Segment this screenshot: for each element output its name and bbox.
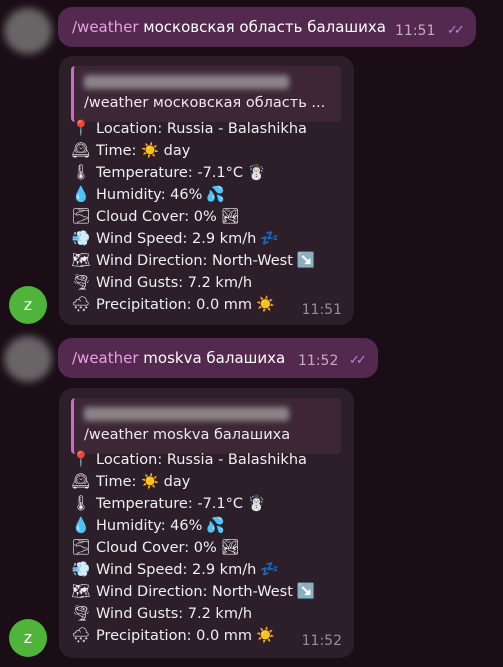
command-link[interactable]: /weather [72,349,139,367]
temperature-line: 🌡 Temperature: -7.1°C ☃️ [71,163,266,181]
reply-quote[interactable]: /weather московская область ... [71,66,341,122]
message-time: 11:52 [298,353,339,369]
map-icon: 🗺 [71,251,91,269]
arrow-down-right-icon: ↘️ [296,582,316,600]
arrow-down-right-icon: ↘️ [296,251,316,269]
message-time: 11:51 [395,23,436,39]
location-line: 📍 Location: Russia - Balashikha [71,450,307,468]
message-text: moskva балашиха [138,349,286,367]
reply-quote[interactable]: /weather moskva балашиха [71,398,341,454]
reply-author-redacted [84,407,289,421]
sender-avatar[interactable] [4,8,52,54]
incoming-message[interactable]: /weather московская область ... 📍 Locatio… [59,56,354,325]
incoming-message[interactable]: /weather moskva балашиха 📍 Location: Russ… [59,388,354,658]
reply-author-redacted [84,75,289,89]
reply-preview-text: /weather moskva балашиха [84,427,291,443]
thermometer-icon: 🌡 [71,494,91,512]
command-link[interactable]: /weather [72,18,139,36]
wind-gusts-line: 🌪 Wind Gusts: 7.2 km/h [71,604,253,622]
sender-avatar[interactable] [4,336,52,382]
pin-icon: 📍 [71,450,91,468]
wind-icon: 💨 [71,229,91,247]
cloud-cover-line: 🌫 Cloud Cover: 0% 🏞 [71,207,240,225]
double-check-icon: ✓✓ [447,23,465,38]
sweat-drops-icon: 💦 [206,516,226,534]
thermometer-icon: 🌡 [71,163,91,181]
message-time: 11:52 [301,633,342,649]
sun-icon: ☀️ [256,626,275,644]
snowman-icon: ☃️ [247,494,266,512]
clock-icon: 🕰 [71,472,91,490]
pin-icon: 📍 [71,119,91,137]
sweat-drops-icon: 💦 [206,185,226,203]
fog-icon: 🌫 [71,538,91,556]
zzz-icon: 💤 [260,560,279,578]
zzz-icon: 💤 [260,229,279,247]
wind-speed-line: 💨 Wind Speed: 2.9 km/h 💤 [71,560,279,578]
bot-avatar[interactable]: z [9,286,47,324]
tornado-icon: 🌪 [71,604,91,622]
chat-history: /weather московская область балашиха 11:… [0,0,503,667]
reply-preview-text: /weather московская область ... [84,95,326,111]
temperature-line: 🌡 Temperature: -7.1°C ☃️ [71,494,266,512]
clock-icon: 🕰 [71,141,91,159]
snow-cloud-icon: 🌨 [71,295,91,313]
landscape-icon: 🏞 [220,538,240,556]
humidity-line: 💧 Humidity: 46% 💦 [71,185,226,203]
snowman-icon: ☃️ [247,163,266,181]
precipitation-line: 🌨 Precipitation: 0.0 mm ☀️ [71,626,275,644]
wind-icon: 💨 [71,560,91,578]
message-time: 11:51 [301,302,342,318]
time-line: 🕰 Time: ☀️ day [71,141,191,159]
cloud-cover-line: 🌫 Cloud Cover: 0% 🏞 [71,538,240,556]
droplet-icon: 💧 [71,516,91,534]
sun-icon: ☀️ [256,295,275,313]
snow-cloud-icon: 🌨 [71,626,91,644]
double-check-icon: ✓✓ [349,353,367,368]
location-line: 📍 Location: Russia - Balashikha [71,119,307,137]
wind-direction-line: 🗺 Wind Direction: North-West ↘️ [71,251,316,269]
tornado-icon: 🌪 [71,273,91,291]
fog-icon: 🌫 [71,207,91,225]
time-line: 🕰 Time: ☀️ day [71,472,191,490]
message-text: московская область балашиха [138,18,386,36]
landscape-icon: 🏞 [220,207,240,225]
wind-direction-line: 🗺 Wind Direction: North-West ↘️ [71,582,316,600]
droplet-icon: 💧 [71,185,91,203]
wind-gusts-line: 🌪 Wind Gusts: 7.2 km/h [71,273,253,291]
wind-speed-line: 💨 Wind Speed: 2.9 km/h 💤 [71,229,279,247]
map-icon: 🗺 [71,582,91,600]
humidity-line: 💧 Humidity: 46% 💦 [71,516,226,534]
precipitation-line: 🌨 Precipitation: 0.0 mm ☀️ [71,295,275,313]
bot-avatar[interactable]: z [9,619,47,657]
